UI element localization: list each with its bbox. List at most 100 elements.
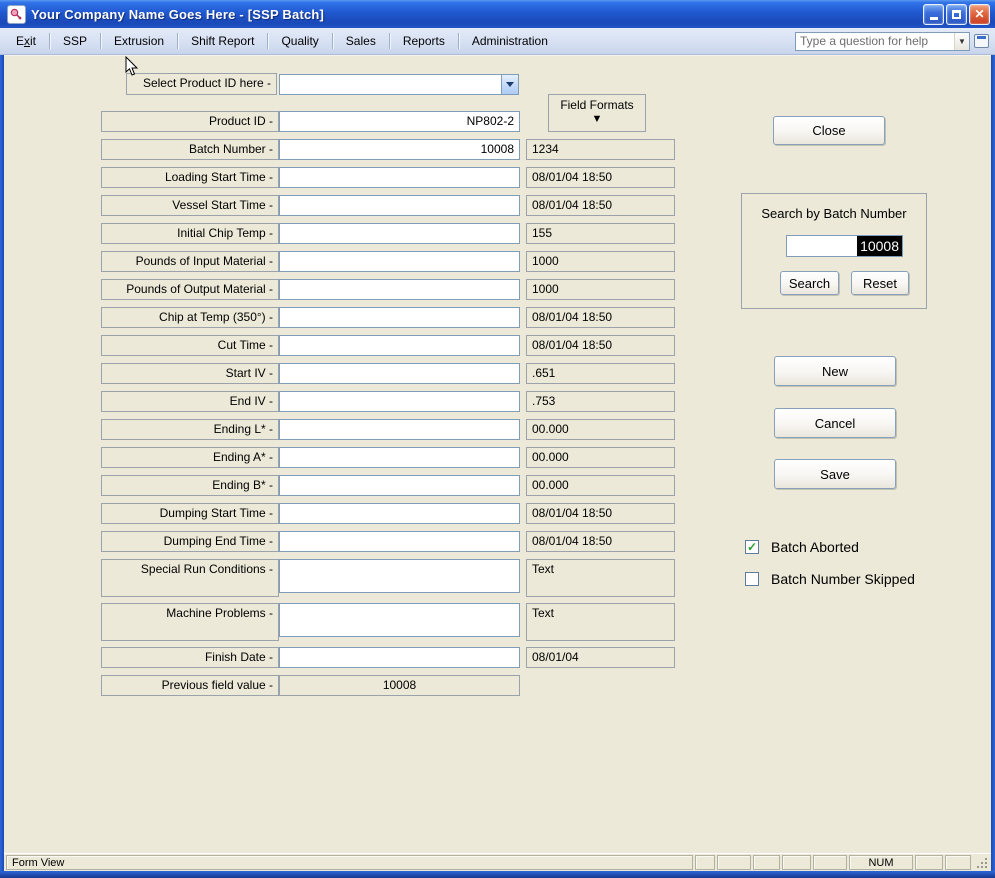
search-group-title: Search by Batch Number [742, 206, 926, 221]
chevron-down-icon [506, 82, 514, 87]
help-combo[interactable]: ▼ [795, 32, 970, 51]
combobox-dropdown-button[interactable] [501, 75, 518, 94]
child-window-restore-button[interactable] [974, 34, 989, 48]
field-label: Previous field value - [101, 675, 279, 696]
access-app-icon [7, 5, 26, 24]
field-input[interactable] [279, 475, 520, 496]
field-input[interactable] [279, 363, 520, 384]
new-button[interactable]: New [774, 356, 896, 386]
help-input[interactable] [796, 33, 954, 50]
batch-number-search-input[interactable]: 10008 [786, 235, 903, 257]
field-input[interactable] [279, 603, 520, 637]
menu-separator [100, 33, 101, 49]
menu-item-reports[interactable]: Reports [393, 31, 455, 51]
field-input[interactable] [279, 391, 520, 412]
field-label: Product ID - [101, 111, 279, 132]
menu-item-shift-report[interactable]: Shift Report [181, 31, 264, 51]
field-label: Vessel Start Time - [101, 195, 279, 216]
field-format-hint: 1000 [526, 279, 675, 300]
window-border-bottom [0, 871, 995, 878]
help-dropdown-button[interactable]: ▼ [954, 33, 969, 50]
field-input[interactable] [279, 503, 520, 524]
field-label: Loading Start Time - [101, 167, 279, 188]
field-label: Pounds of Output Material - [101, 279, 279, 300]
field-format-hint: 1234 [526, 139, 675, 160]
field-input: 10008 [279, 675, 520, 696]
checkbox-row-batch-aborted[interactable]: ✓ Batch Aborted [745, 539, 859, 555]
chevron-down-icon: ▼ [958, 37, 966, 46]
field-label: Chip at Temp (350°) - [101, 307, 279, 328]
search-button[interactable]: Search [780, 271, 839, 295]
menu-item-quality[interactable]: Quality [271, 31, 328, 51]
field-input[interactable]: 10008 [279, 139, 520, 160]
field-input[interactable] [279, 307, 520, 328]
field-label: Finish Date - [101, 647, 279, 668]
field-input[interactable] [279, 195, 520, 216]
checkbox[interactable] [745, 572, 759, 586]
field-input[interactable] [279, 647, 520, 668]
field-format-hint: 08/01/04 [526, 647, 675, 668]
status-panel [782, 855, 811, 870]
field-input[interactable] [279, 531, 520, 552]
field-label: Machine Problems - [101, 603, 279, 641]
field-label: Dumping End Time - [101, 531, 279, 552]
field-format-hint: 08/01/04 18:50 [526, 167, 675, 188]
status-num-lock: NUM [849, 855, 913, 870]
field-input[interactable] [279, 223, 520, 244]
field-input[interactable] [279, 419, 520, 440]
minimize-button[interactable] [923, 4, 944, 25]
checkbox-label: Batch Aborted [771, 539, 859, 555]
titlebar: Your Company Name Goes Here - [SSP Batch… [0, 0, 995, 28]
checkbox-row-batch-number-skipped[interactable]: Batch Number Skipped [745, 571, 915, 587]
maximize-button[interactable] [946, 4, 967, 25]
field-format-hint: 00.000 [526, 447, 675, 468]
menu-separator [332, 33, 333, 49]
field-input[interactable] [279, 447, 520, 468]
field-input[interactable]: NP802-2 [279, 111, 520, 132]
field-label: Ending L* - [101, 419, 279, 440]
field-format-hint: 08/01/04 18:50 [526, 307, 675, 328]
form-client-area: Select Product ID here - Field Formats ▼… [4, 55, 991, 853]
menu-separator [267, 33, 268, 49]
menu-items: Exit SSP Extrusion Shift Report Quality Sales… [6, 28, 558, 54]
selected-text: 10008 [857, 236, 902, 256]
maximize-icon [952, 10, 961, 19]
field-formats-header: Field Formats ▼ [548, 94, 646, 132]
field-label: Start IV - [101, 363, 279, 384]
statusbar: Form View NUM [4, 853, 991, 871]
field-label: Initial Chip Temp - [101, 223, 279, 244]
checkbox-label: Batch Number Skipped [771, 571, 915, 587]
close-window-button[interactable]: ✕ [969, 4, 990, 25]
menu-separator [389, 33, 390, 49]
field-format-hint: 08/01/04 18:50 [526, 503, 675, 524]
menu-item-administration[interactable]: Administration [462, 31, 558, 51]
product-id-combobox[interactable] [279, 74, 519, 95]
field-label: Pounds of Input Material - [101, 251, 279, 272]
field-input[interactable] [279, 167, 520, 188]
field-input[interactable] [279, 279, 520, 300]
down-arrow-icon: ▼ [549, 113, 645, 126]
close-button[interactable]: Close [773, 116, 885, 145]
field-input[interactable] [279, 251, 520, 272]
close-icon: ✕ [974, 7, 984, 21]
menu-separator [49, 33, 50, 49]
status-panel [695, 855, 715, 870]
menu-item-ssp[interactable]: SSP [53, 31, 97, 51]
menu-item-extrusion[interactable]: Extrusion [104, 31, 174, 51]
field-input[interactable] [279, 559, 520, 593]
field-label: Ending A* - [101, 447, 279, 468]
field-input[interactable] [279, 335, 520, 356]
status-panel [813, 855, 847, 870]
reset-button[interactable]: Reset [851, 271, 909, 295]
field-format-hint: 08/01/04 18:50 [526, 335, 675, 356]
menu-item-sales[interactable]: Sales [336, 31, 386, 51]
menu-separator [177, 33, 178, 49]
menu-separator [458, 33, 459, 49]
cancel-button[interactable]: Cancel [774, 408, 896, 438]
check-icon: ✓ [747, 540, 757, 554]
checkbox[interactable]: ✓ [745, 540, 759, 554]
save-button[interactable]: Save [774, 459, 896, 489]
status-mode: Form View [6, 855, 693, 870]
menu-item-exit[interactable]: Exit [6, 31, 46, 51]
resize-grip[interactable] [973, 855, 989, 870]
